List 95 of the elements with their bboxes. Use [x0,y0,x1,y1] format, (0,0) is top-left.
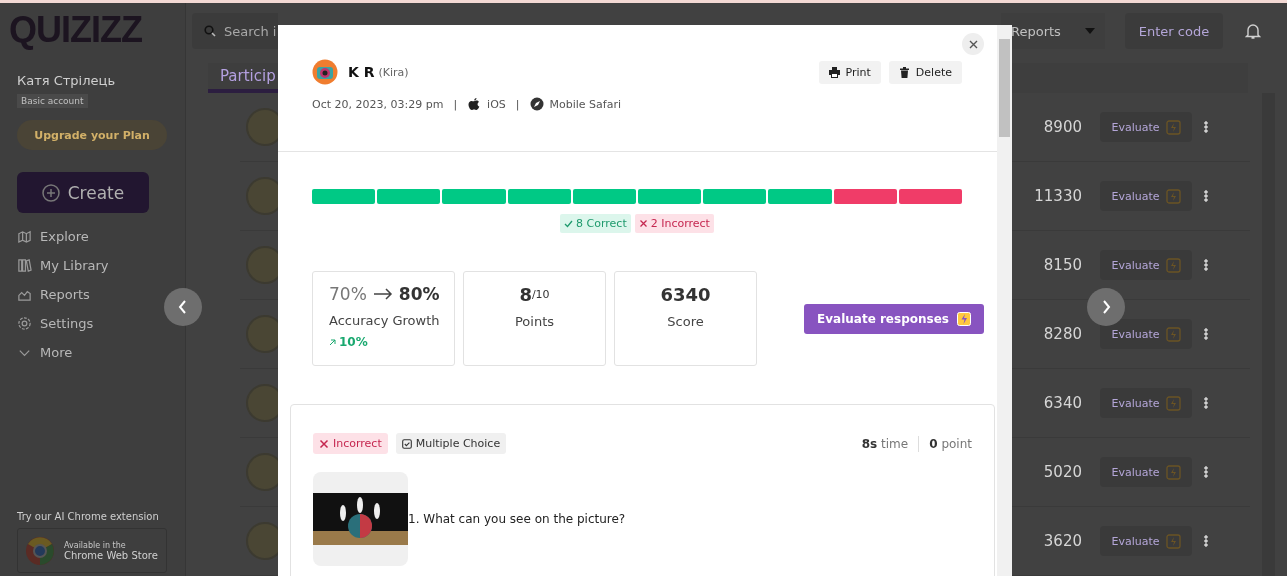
score-value: 11330 [1033,187,1082,205]
account-badge: Basic account [17,94,88,108]
browser-name: Mobile Safari [549,97,622,111]
arrow-up-right-icon [329,338,336,346]
evaluate-button[interactable]: Evaluate [1100,457,1192,487]
evaluate-button[interactable]: Evaluate [1100,526,1192,556]
user-name: Катя Стрілець [17,73,116,88]
accuracy-delta: 10% [339,335,368,349]
question-type-tag: Multiple Choice [395,433,507,454]
evaluate-button[interactable]: Evaluate [1100,388,1192,418]
map-icon [17,229,32,244]
previous-button[interactable] [164,288,202,326]
search-field[interactable]: Search i [192,13,278,49]
store-name: Chrome Web Store [64,549,158,561]
lightning-icon [1165,395,1181,411]
arrow-right-icon [372,288,393,300]
kebab-icon[interactable] [1204,190,1208,202]
dialog-scrollbar[interactable] [997,25,1012,576]
submission-date: Oct 20, 2023, 03:29 pm [312,97,444,111]
trash-icon [898,66,910,78]
lightning-icon [1165,119,1181,135]
nav-item[interactable]: More [17,345,168,360]
separator: | [515,97,520,111]
evaluate-responses-button[interactable]: Evaluate responses [804,303,984,334]
kebab-icon[interactable] [1204,397,1208,409]
score-value: 8900 [1042,118,1082,136]
store-caption: Available in the [64,540,127,550]
plus-circle-icon [41,183,60,202]
kebab-icon[interactable] [1204,121,1208,133]
delete-button[interactable]: Delete [888,60,962,84]
kebab-icon[interactable] [1204,466,1208,478]
close-icon [968,39,978,49]
kebab-icon[interactable] [1204,328,1208,340]
avatar [312,59,338,85]
enter-code-button[interactable]: Enter code [1125,13,1223,49]
score-value: 8280 [1042,325,1082,343]
close-button[interactable] [962,33,984,55]
accuracy-after: 80% [398,284,440,304]
chevron-left-icon [177,300,189,314]
settings-icon [17,316,32,331]
separator: | [453,97,458,111]
chrome-store-badge[interactable]: Available in the Chrome Web Store [17,528,167,573]
lightning-icon [1165,257,1181,273]
kebab-icon[interactable] [1204,259,1208,271]
extension-promo: Try our AI Chrome extension [17,511,159,522]
lightning-icon [1165,326,1181,342]
upgrade-button[interactable]: Upgrade your Plan [17,120,167,150]
evaluate-button[interactable]: Evaluate [1100,112,1192,142]
evaluate-button[interactable]: Evaluate [1100,250,1192,280]
score-value: 6340 [1042,394,1082,412]
score-value: 5020 [1042,463,1082,481]
lightning-icon [956,311,971,326]
accuracy-before: 70% [329,284,367,304]
nav-item[interactable]: Reports [17,287,168,302]
result-tag: Incorrect [313,433,388,454]
correct-count-badge: 8 Correct [560,214,631,233]
chrome-logo-icon [24,534,56,567]
nav-item[interactable]: Explore [17,229,168,244]
lightning-icon [1165,533,1181,549]
os-name: iOS [487,97,506,111]
score-value: 3620 [1042,532,1082,550]
incorrect-count-badge: 2 Incorrect [634,214,714,233]
apple-icon [467,97,482,111]
card-label: Points [514,314,555,329]
print-button[interactable]: Print [818,60,881,84]
student-name: K R [348,64,375,80]
kebab-icon[interactable] [1204,535,1208,547]
nav-item[interactable]: Settings [17,316,168,331]
score-value: 6340 [660,284,711,305]
evaluate-button[interactable]: Evaluate [1100,319,1192,349]
score-value: 8150 [1042,256,1082,274]
create-button[interactable]: Create [17,172,149,213]
caret-icon [1085,28,1095,34]
bell-icon[interactable] [1245,22,1261,40]
nav-item[interactable]: My Library [17,258,168,273]
checkbox-icon [401,438,412,449]
books-icon [17,258,32,273]
points-earned: 0 point [929,436,972,451]
student-nickname: (Kira) [378,65,409,79]
search-icon [204,25,216,37]
time-spent: 8s time [861,436,909,451]
points-value: 8/10 [519,284,550,305]
question-text: 1. What can you see on the picture? [408,512,626,526]
compass-icon [529,97,544,111]
cross-icon [638,219,648,228]
check-icon [564,219,574,228]
card-label: Accuracy Growth [329,313,440,328]
next-button[interactable] [1087,288,1125,326]
chevron-right-icon [1100,300,1112,314]
evaluate-button[interactable]: Evaluate [1100,181,1192,211]
lightning-icon [1165,464,1181,480]
lightning-icon [1165,188,1181,204]
printer-icon [828,66,840,78]
card-label: Score [667,314,704,329]
cross-icon [319,438,329,449]
